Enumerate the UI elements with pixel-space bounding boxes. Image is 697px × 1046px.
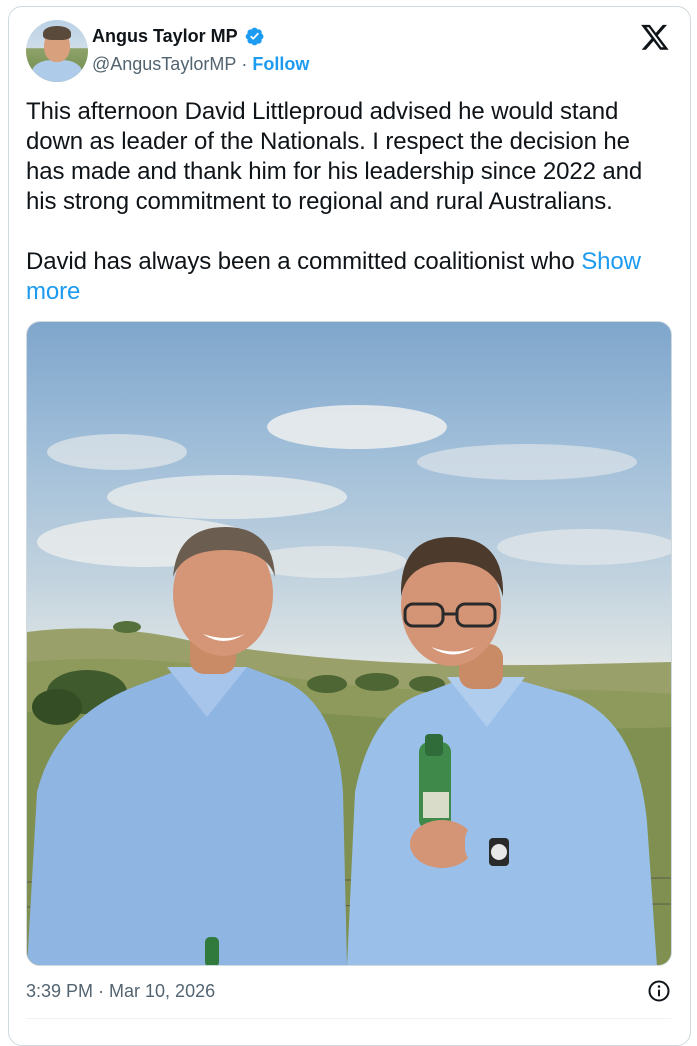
x-logo-icon[interactable] xyxy=(640,22,670,52)
follow-button[interactable]: Follow xyxy=(252,54,309,75)
author-name-row: Angus Taylor MP xyxy=(92,26,265,47)
tweet-paragraph-2-text: David has always been a committed coalit… xyxy=(26,248,582,275)
author-display-name[interactable]: Angus Taylor MP xyxy=(92,26,238,47)
tweet-paragraph-2: David has always been a committed coalit… xyxy=(26,247,671,307)
tweet-timestamp[interactable]: 3:39 PM · Mar 10, 2026 xyxy=(26,981,215,1002)
tweet-text: This afternoon David Littleproud advised… xyxy=(26,97,671,307)
avatar-shirt xyxy=(32,60,82,82)
tweet-paragraph-1: This afternoon David Littleproud advised… xyxy=(26,98,643,215)
verified-badge-icon xyxy=(244,26,265,47)
author-handle-row: @AngusTaylorMP · Follow xyxy=(92,54,309,75)
tweet-photo[interactable] xyxy=(26,321,672,966)
info-icon[interactable] xyxy=(647,979,671,1003)
author-avatar[interactable] xyxy=(26,20,88,82)
handle-separator: · xyxy=(241,54,248,74)
author-handle[interactable]: @AngusTaylorMP xyxy=(92,54,236,75)
avatar-hair xyxy=(43,26,71,40)
footer-divider xyxy=(26,1018,671,1019)
tweet-footer: 3:39 PM · Mar 10, 2026 xyxy=(26,978,671,1004)
